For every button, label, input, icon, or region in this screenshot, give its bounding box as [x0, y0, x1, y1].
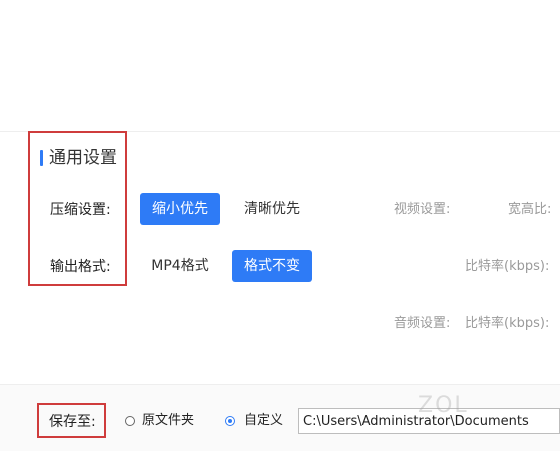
format-option-mp4[interactable]: MP4格式: [140, 250, 220, 282]
output-format-label: 输出格式:: [50, 259, 111, 275]
watermark-logo: ZOL: [418, 393, 469, 418]
radio-custom-folder-label[interactable]: 自定义: [244, 411, 283, 431]
radio-custom-folder[interactable]: [225, 416, 235, 426]
audio-bitrate-label: 比特率(kbps):: [465, 316, 550, 331]
format-option-keep-original[interactable]: 格式不变: [232, 250, 312, 282]
section-accent-bar: [40, 150, 43, 166]
video-settings-label: 视频设置:: [394, 202, 451, 217]
section-divider: [0, 131, 560, 132]
compression-option-shrink-first[interactable]: 缩小优先: [140, 193, 220, 225]
radio-original-folder[interactable]: [125, 416, 135, 426]
video-bitrate-label: 比特率(kbps):: [465, 259, 550, 274]
top-blank-area: [0, 0, 560, 132]
radio-original-folder-label[interactable]: 原文件夹: [142, 411, 194, 431]
section-title: 通用设置: [49, 148, 117, 168]
audio-settings-label: 音频设置:: [394, 316, 451, 331]
aspect-ratio-label: 宽高比:: [508, 202, 552, 217]
save-to-label: 保存至:: [49, 414, 96, 430]
compression-option-clarity-first[interactable]: 清晰优先: [232, 193, 312, 225]
compression-label: 压缩设置:: [50, 202, 111, 218]
